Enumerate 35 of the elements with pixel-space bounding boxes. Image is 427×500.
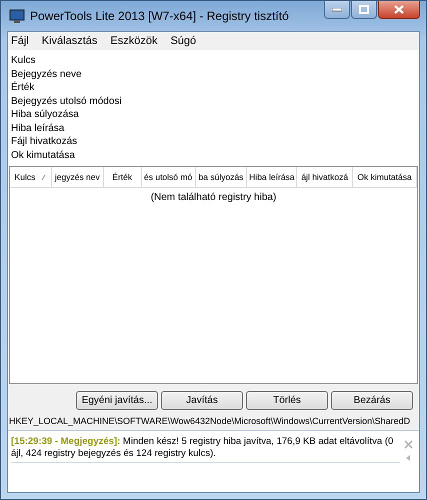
monitor-icon	[9, 8, 25, 24]
registry-path: HKEY_LOCAL_MACHINE\SOFTWARE\Wow6432Node\Microsoft\Windows\CurrentVersion\SharedD	[8, 414, 419, 431]
window-title: PowerTools Lite 2013 [W7-x64] - Registry tisztító	[30, 9, 289, 23]
close-icon	[394, 5, 404, 14]
field-label: Fájl hivatkozás	[11, 135, 78, 148]
minimize-icon	[332, 8, 342, 12]
field-label: Hiba súlyozása	[11, 108, 80, 122]
menu-item[interactable]: Eszközök	[110, 35, 158, 47]
action-button[interactable]: Törlés	[246, 391, 328, 410]
action-button[interactable]: Egyéni javítás...	[76, 391, 158, 410]
column-header[interactable]: és utolsó mó	[142, 167, 196, 187]
field-label: Hiba leírása	[11, 122, 66, 135]
menu-item[interactable]: Fájl	[11, 35, 29, 47]
column-header[interactable]: jegyzés nev	[52, 167, 104, 187]
column-header[interactable]: Kulcs	[10, 167, 52, 187]
field-label: Érték	[11, 81, 36, 94]
maximize-button[interactable]	[351, 1, 377, 19]
menu-item[interactable]: Kiválasztás	[42, 35, 98, 47]
close-button[interactable]	[378, 1, 420, 19]
action-button[interactable]: Bezárás	[331, 391, 413, 410]
empty-message: (Nem található registry hiba)	[150, 192, 276, 203]
column-header[interactable]: Hiba leírása	[247, 167, 298, 187]
field-label: Bejegyzés neve	[11, 68, 83, 81]
column-header[interactable]: Érték	[104, 167, 142, 187]
log-message: [15:29:39 - Megjegyzés]: Minden kész! 5 registry hiba javítva, 176,9 KB adat eltávolítva (0 ájl, 424 registry bejegyzés és 124 registry kulcs).	[11, 436, 400, 463]
action-button[interactable]: Javítás	[161, 391, 243, 410]
field-label: Ok kimutatása	[11, 148, 76, 162]
field-label: Bejegyzés utolsó módosi	[11, 94, 123, 108]
column-header[interactable]: Ok kimutatása	[353, 167, 417, 187]
menu-item[interactable]: Súgó	[170, 35, 196, 47]
column-header[interactable]: ba súlyozás	[196, 167, 248, 187]
column-header[interactable]: ájl hivatkozá	[297, 167, 354, 187]
minimize-button[interactable]	[324, 1, 350, 19]
field-label: Kulcs	[11, 54, 36, 68]
maximize-icon	[359, 5, 369, 14]
